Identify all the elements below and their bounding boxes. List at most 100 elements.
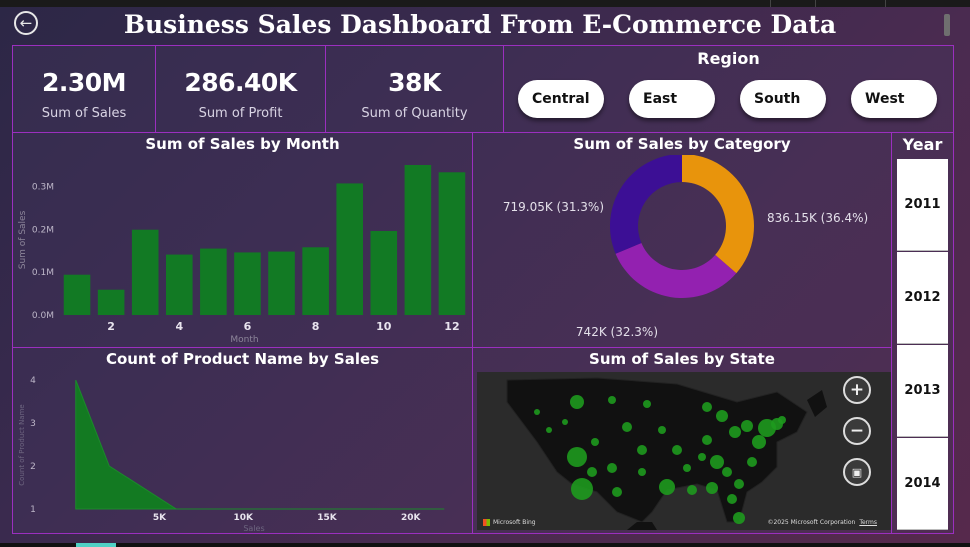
map-bubble[interactable] <box>702 402 712 412</box>
x-axis-title: Month <box>230 335 258 345</box>
year-option-2013[interactable]: 2013 <box>897 345 948 437</box>
map-bubble[interactable] <box>571 478 593 500</box>
bar-month-7 <box>268 251 295 315</box>
y-tick-label: 2 <box>30 462 36 472</box>
map-bubble[interactable] <box>658 426 666 434</box>
map-bubble[interactable] <box>638 468 646 476</box>
donut-data-label: 836.15K (36.4%) <box>767 211 868 225</box>
map-bubble[interactable] <box>612 487 622 497</box>
sales-by-category-chart: 836.15K (36.4%) 742K (32.3%) 719.05K (31.3… <box>503 155 868 339</box>
kpi-card-quantity: 38K Sum of Quantity <box>325 45 504 133</box>
year-option-2014[interactable]: 2014 <box>897 438 948 530</box>
map-bubble[interactable] <box>698 453 706 461</box>
map-bubble[interactable] <box>587 467 597 477</box>
microsoft-logo-icon <box>483 519 490 526</box>
product-count-panel: Count of Product Name by Sales 1 2 3 4 5K 10K… <box>12 347 473 534</box>
product-count-chart: 1 2 3 4 5K 10K 15K 20K Sales Count of Product Nam… <box>18 376 445 533</box>
map-terms-link[interactable]: Terms <box>859 519 877 526</box>
x-axis-title: Sales <box>243 524 264 533</box>
bar-month-5 <box>200 248 227 315</box>
sales-map[interactable]: + − ▣ Microsoft Bing ©2025 Microsoft Cor… <box>477 372 891 530</box>
sales-by-month-panel: Sum of Sales by Month 0.0M 0.1M 0.2M 0.3M 2 4… <box>12 132 473 348</box>
y-axis-title: Sum of Sales <box>18 210 28 269</box>
map-bubble[interactable] <box>534 409 540 415</box>
donut-slice-3 <box>610 155 682 254</box>
region-slicer: Region Central East South West <box>503 45 954 133</box>
bar-month-2 <box>97 289 125 315</box>
region-option-south[interactable]: South <box>740 80 826 118</box>
dashboard-title: Business Sales Dashboard From E-Commerce… <box>123 10 837 39</box>
kpi-profit-label: Sum of Profit <box>198 106 283 121</box>
sales-by-month-title: Sum of Sales by Month <box>145 135 340 153</box>
region-option-east[interactable]: East <box>629 80 715 118</box>
map-bubble[interactable] <box>727 494 737 504</box>
year-option-2012[interactable]: 2012 <box>897 252 948 344</box>
map-bubble[interactable] <box>567 447 587 467</box>
kpi-card-profit: 286.40K Sum of Profit <box>155 45 326 133</box>
area-series <box>75 379 445 510</box>
x-tick-label: 10 <box>376 320 392 333</box>
map-bubble[interactable] <box>729 426 741 438</box>
map-bubble[interactable] <box>734 479 744 489</box>
map-bubble[interactable] <box>722 467 732 477</box>
map-bubble[interactable] <box>591 438 599 446</box>
x-tick-label: 8 <box>312 320 320 333</box>
kpi-sales-label: Sum of Sales <box>41 106 127 121</box>
bar-month-1 <box>63 274 91 315</box>
bar-month-12 <box>438 172 466 315</box>
map-bubble[interactable] <box>716 410 728 422</box>
sales-by-month-chart: 0.0M 0.1M 0.2M 0.3M 2 4 6 8 10 12 Month Sum of Sale… <box>18 165 466 345</box>
sales-by-category-panel: Sum of Sales by Category 836.15K (36.4%)… <box>472 132 892 348</box>
map-bubble[interactable] <box>637 445 647 455</box>
map-bubble[interactable] <box>733 512 745 524</box>
bing-attribution-label: Microsoft Bing <box>493 519 536 526</box>
map-bubble[interactable] <box>687 485 697 495</box>
map-bubble[interactable] <box>643 400 651 408</box>
x-tick-label: 2 <box>107 320 115 333</box>
zoom-in-icon[interactable]: + <box>843 376 871 404</box>
kpi-quantity-label: Sum of Quantity <box>361 106 468 121</box>
map-bubble[interactable] <box>702 435 712 445</box>
bar-month-6 <box>234 252 261 315</box>
x-tick-label: 12 <box>444 320 459 333</box>
y-tick-label: 0.2M <box>32 225 54 235</box>
x-tick-label: 10K <box>234 513 255 523</box>
region-option-central[interactable]: Central <box>518 80 604 118</box>
bing-attribution: Microsoft Bing <box>483 519 536 526</box>
zoom-out-icon[interactable]: − <box>843 417 871 445</box>
x-tick-label: 15K <box>317 513 338 523</box>
map-bubble[interactable] <box>778 416 786 424</box>
map-select-icon[interactable]: ▣ <box>843 458 871 486</box>
region-option-west[interactable]: West <box>851 80 937 118</box>
map-bubble[interactable] <box>622 422 632 432</box>
map-bubble[interactable] <box>710 455 724 469</box>
map-bubble[interactable] <box>659 479 675 495</box>
kpi-quantity-value: 38K <box>388 68 441 97</box>
map-bubble[interactable] <box>741 420 753 432</box>
map-bubble[interactable] <box>546 427 552 433</box>
map-bubble[interactable] <box>706 482 718 494</box>
vertical-scrollbar[interactable] <box>944 14 950 36</box>
sales-by-state-title: Sum of Sales by State <box>589 350 775 368</box>
y-tick-label: 0.3M <box>32 182 54 192</box>
y-tick-label: 0.1M <box>32 268 54 278</box>
bar-month-11 <box>404 165 432 315</box>
map-bubble[interactable] <box>562 419 568 425</box>
map-bubble[interactable] <box>672 445 682 455</box>
map-bubble[interactable] <box>747 457 757 467</box>
donut-slice-1 <box>682 155 754 274</box>
map-bubble[interactable] <box>683 464 691 472</box>
bar-month-4 <box>165 254 193 315</box>
map-bubble[interactable] <box>608 396 616 404</box>
x-tick-label: 4 <box>175 320 183 333</box>
map-bubble[interactable] <box>752 435 766 449</box>
sales-by-state-panel: Sum of Sales by State + − ▣ Microsoft Bi… <box>472 347 892 534</box>
year-slicer-title: Year <box>902 135 943 154</box>
map-bubble[interactable] <box>570 395 584 409</box>
map-bubble[interactable] <box>607 463 617 473</box>
kpi-profit-value: 286.40K <box>184 68 297 97</box>
year-option-2011[interactable]: 2011 <box>897 159 948 251</box>
donut-data-label: 719.05K (31.3%) <box>503 200 604 214</box>
region-slicer-title: Region <box>697 49 760 68</box>
sales-by-category-title: Sum of Sales by Category <box>573 135 791 153</box>
